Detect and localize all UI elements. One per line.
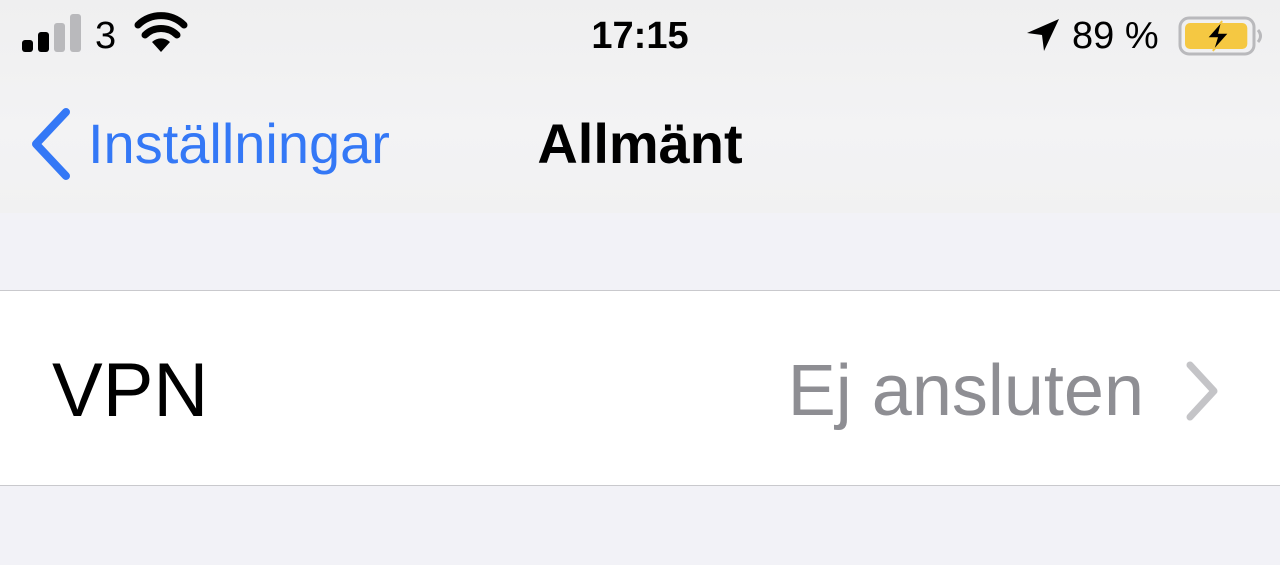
wifi-icon (134, 12, 188, 52)
page-title: Allmänt (537, 112, 743, 175)
location-icon (1027, 19, 1059, 51)
chevron-left-icon (32, 108, 70, 180)
chevron-right-icon (1186, 361, 1218, 421)
settings-list: VPN Ej ansluten (0, 213, 1280, 565)
vpn-status-value: Ej ansluten (787, 351, 1144, 431)
top-bar: 3 17:15 89 % Inställningar Allmänt (0, 0, 1280, 213)
back-button-label: Inställningar (88, 112, 390, 175)
battery-icon (1178, 16, 1262, 56)
navigation-bar: Inställningar Allmänt (0, 72, 1280, 213)
vpn-row[interactable]: VPN Ej ansluten (0, 290, 1280, 486)
back-button[interactable]: Inställningar (26, 106, 390, 182)
status-bar: 3 17:15 89 % (0, 0, 1280, 72)
status-time: 17:15 (591, 15, 689, 57)
battery-percentage: 89 % (1072, 15, 1159, 57)
carrier-label: 3 (95, 15, 117, 57)
signal-icon (22, 14, 81, 52)
vpn-row-label: VPN (52, 348, 209, 433)
